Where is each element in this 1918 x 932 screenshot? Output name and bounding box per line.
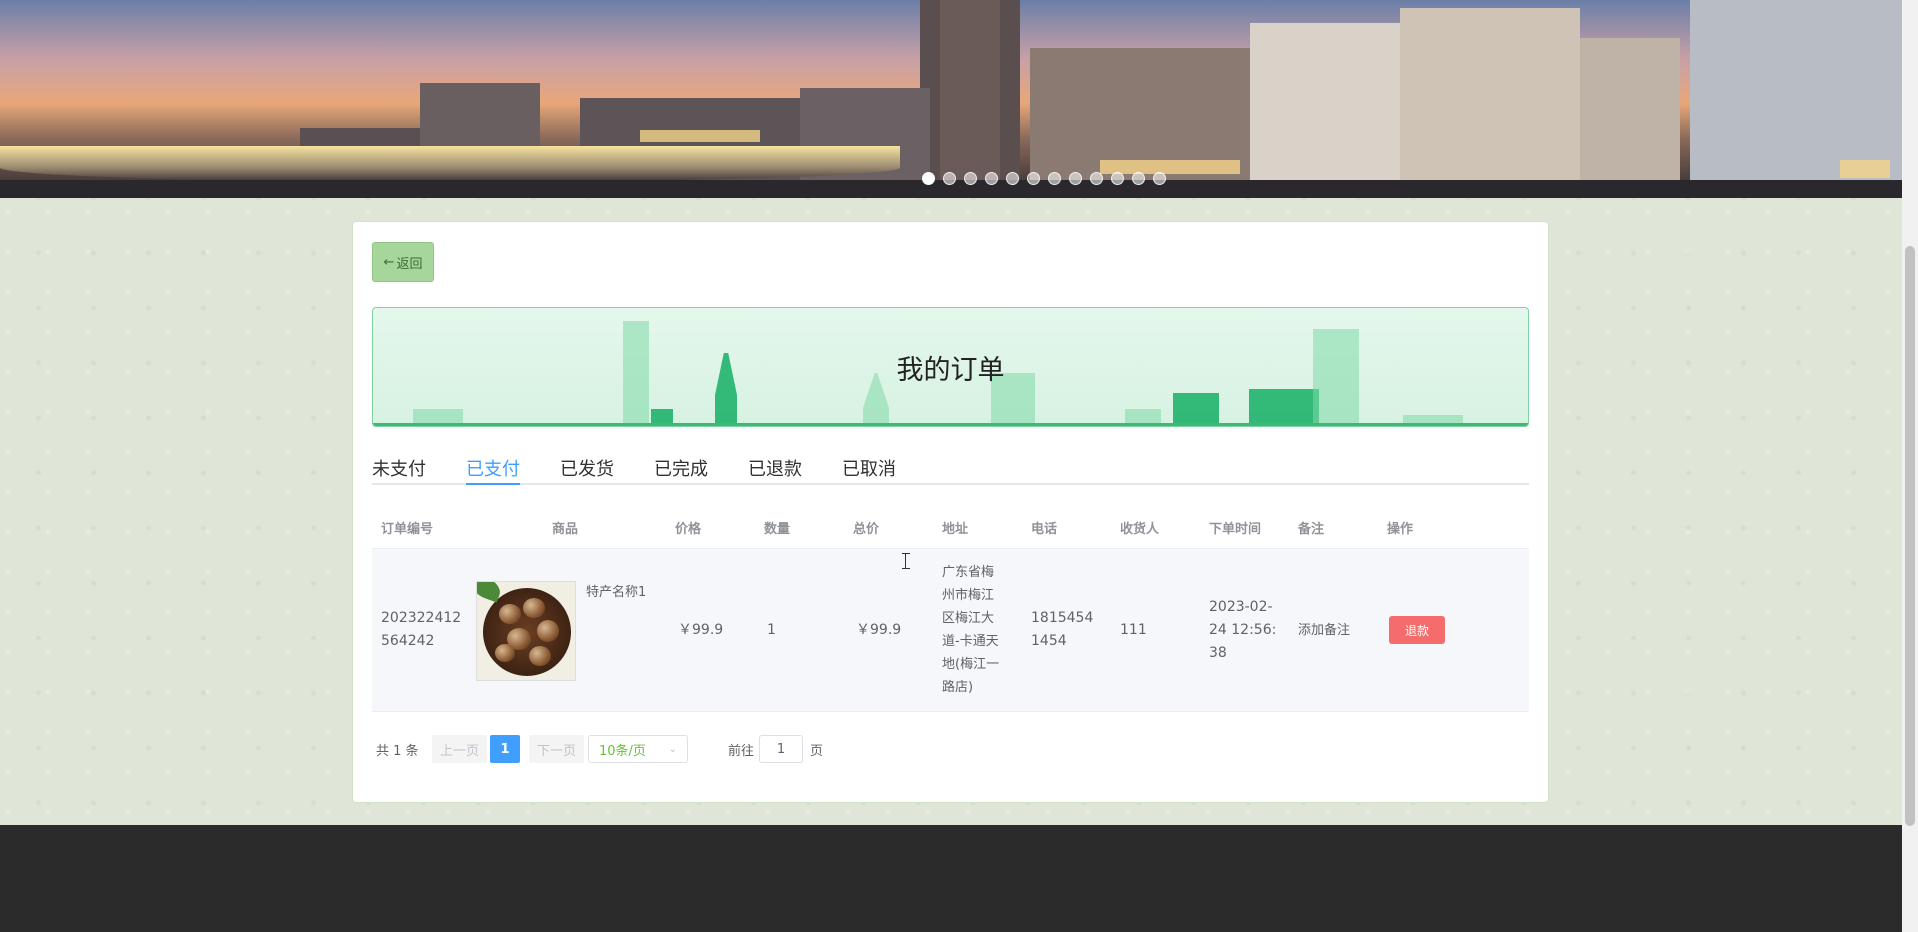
order-number: 202322412564242	[381, 610, 462, 649]
refund-button[interactable]: 退款	[1389, 616, 1445, 644]
page-size-value: 10条/页	[599, 743, 646, 759]
header-order-time: 下单时间	[1209, 522, 1262, 537]
scrollbar-thumb[interactable]	[1905, 246, 1915, 826]
carousel-dot[interactable]	[1069, 172, 1082, 185]
header-order-no: 订单编号	[381, 522, 434, 537]
goto-page-input[interactable]: 1	[759, 735, 803, 763]
goto-label: 前往	[728, 743, 755, 759]
orders-table: 订单编号 商品 价格 数量 总价 地址 电话 收货人 下单时间 备注 操作 20…	[372, 502, 1529, 712]
header-quantity: 数量	[764, 522, 791, 537]
carousel-dot[interactable]	[1111, 172, 1124, 185]
prev-page-button[interactable]: 上一页	[432, 735, 488, 763]
table-header: 订单编号 商品 价格 数量 总价 地址 电话 收货人 下单时间 备注 操作	[372, 502, 1529, 549]
header-price: 价格	[675, 522, 702, 537]
page-suffix: 页	[810, 743, 824, 759]
carousel-dot[interactable]	[1090, 172, 1103, 185]
orders-card: ← 返回 我的订单 未支付 已支付 已发货 已完成 已退款 已取消 订单编号 商…	[352, 221, 1549, 803]
header-note: 备注	[1298, 522, 1325, 537]
carousel-dot[interactable]	[1006, 172, 1019, 185]
product-image[interactable]	[476, 581, 576, 681]
tab-paid[interactable]: 已支付	[466, 455, 520, 485]
carousel-dot[interactable]	[1027, 172, 1040, 185]
address: 广东省梅州市梅江区梅江大道-卡通天地(梅江一路店)	[942, 565, 1000, 695]
tab-refunded[interactable]: 已退款	[748, 455, 802, 485]
carousel-indicators	[922, 172, 1166, 185]
table-row: 202322412564242 特产名称1 ￥99.9 1 ￥99.9 广东省梅…	[372, 549, 1529, 712]
carousel-dot[interactable]	[943, 172, 956, 185]
header-address: 地址	[942, 522, 969, 537]
active-tab-indicator	[466, 483, 520, 485]
header-receiver: 收货人	[1120, 522, 1160, 537]
page-size-select[interactable]: 10条/页 ⌄	[588, 735, 688, 763]
title-panel: 我的订单	[372, 307, 1529, 427]
header-phone: 电话	[1031, 522, 1058, 537]
tab-cancelled[interactable]: 已取消	[842, 455, 896, 485]
tab-shipped[interactable]: 已发货	[560, 455, 614, 485]
order-status-tabs: 未支付 已支付 已发货 已完成 已退款 已取消	[372, 455, 1529, 485]
page-number-1[interactable]: 1	[490, 735, 520, 763]
receiver: 111	[1120, 622, 1147, 638]
back-button-label: 返回	[396, 256, 423, 272]
order-time: 2023-02-24 12:56:38	[1209, 599, 1277, 661]
carousel-dot[interactable]	[1153, 172, 1166, 185]
chevron-down-icon: ⌄	[668, 743, 677, 755]
carousel-dot[interactable]	[985, 172, 998, 185]
footer	[0, 825, 1902, 932]
header-total: 总价	[853, 522, 880, 537]
phone: 18154541454	[1031, 610, 1094, 649]
price: ￥99.9	[678, 622, 724, 638]
pagination-total: 共 1 条	[376, 743, 419, 759]
back-button[interactable]: ← 返回	[372, 242, 434, 282]
quantity: 1	[767, 622, 776, 638]
product-name: 特产名称1	[586, 585, 647, 600]
carousel-dot[interactable]	[1132, 172, 1145, 185]
text-cursor-icon	[902, 553, 910, 569]
tab-unpaid[interactable]: 未支付	[372, 455, 426, 485]
tab-completed[interactable]: 已完成	[654, 455, 708, 485]
arrow-left-icon: ←	[383, 254, 395, 270]
header-action: 操作	[1387, 522, 1414, 537]
total-price: ￥99.9	[856, 622, 902, 638]
carousel-dot[interactable]	[1048, 172, 1061, 185]
pagination: 共 1 条 上一页 1 下一页 10条/页 ⌄ 前往 1 页	[376, 735, 1476, 763]
hero-banner	[0, 0, 1902, 198]
next-page-button[interactable]: 下一页	[529, 735, 585, 763]
add-note-link[interactable]: 添加备注	[1298, 619, 1350, 642]
header-product: 商品	[552, 522, 579, 537]
page-title: 我的订单	[896, 355, 1005, 386]
carousel-dot[interactable]	[922, 172, 935, 185]
carousel-dot[interactable]	[964, 172, 977, 185]
